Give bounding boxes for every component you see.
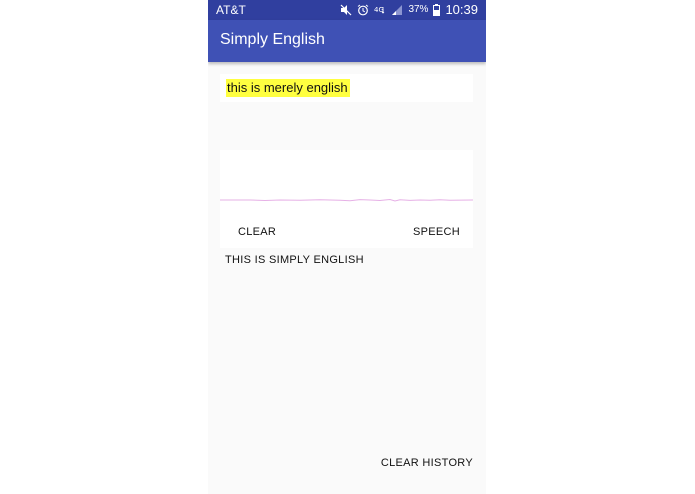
status-bar: AT&T 4G 37% 10:39 bbox=[208, 0, 486, 20]
speech-button[interactable]: SPEECH bbox=[413, 226, 460, 238]
alarm-icon bbox=[357, 4, 369, 16]
speech-card: CLEAR SPEECH bbox=[220, 150, 473, 248]
result-text: THIS IS SIMPLY ENGLISH bbox=[225, 254, 364, 266]
waveform bbox=[220, 198, 473, 202]
battery-percent: 37% bbox=[408, 4, 429, 15]
app-title: Simply English bbox=[220, 31, 325, 48]
status-icons: 4G 37% 10:39 bbox=[340, 2, 478, 17]
waveform-line bbox=[220, 198, 473, 202]
input-text-card[interactable]: this is merely english bbox=[220, 74, 473, 102]
clear-button[interactable]: CLEAR bbox=[238, 226, 276, 238]
clock: 10:39 bbox=[445, 2, 478, 17]
signal-icon bbox=[391, 4, 403, 16]
mute-icon bbox=[340, 4, 352, 16]
battery-icon bbox=[433, 3, 441, 16]
4g-lte-icon: 4G bbox=[374, 4, 386, 16]
app-bar: Simply English bbox=[208, 20, 486, 62]
input-text[interactable]: this is merely english bbox=[226, 79, 350, 97]
carrier-label: AT&T bbox=[216, 3, 246, 17]
clear-history-button[interactable]: CLEAR HISTORY bbox=[381, 457, 473, 469]
phone-screen: AT&T 4G 37% 10:39 Simply English this is… bbox=[208, 0, 486, 494]
